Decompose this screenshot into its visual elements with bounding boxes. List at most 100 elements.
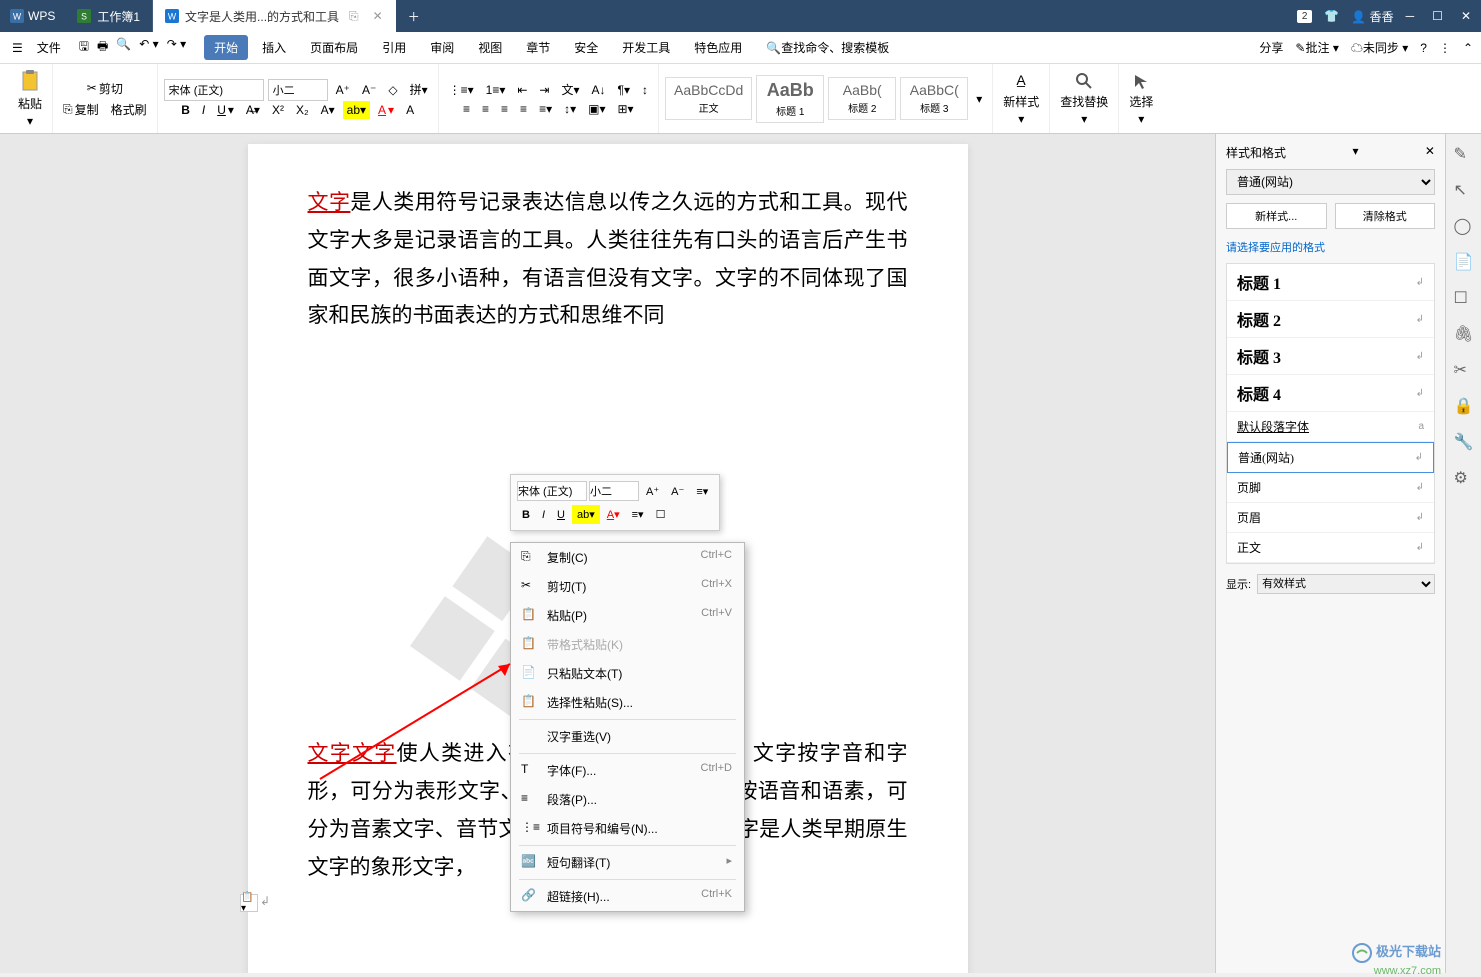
rail-shape-icon[interactable]: ◯ xyxy=(1454,216,1474,236)
style-item[interactable]: 标题 4↲ xyxy=(1227,375,1434,412)
redo-icon[interactable]: ↷ ▾ xyxy=(167,37,186,58)
file-menu[interactable]: 文件 xyxy=(29,35,69,60)
style-item[interactable]: 标题 2↲ xyxy=(1227,301,1434,338)
menu-tab-special[interactable]: 特色应用 xyxy=(684,35,752,60)
text-direction-icon[interactable]: 文▾ xyxy=(557,79,583,100)
italic-icon[interactable]: I xyxy=(198,101,209,119)
line-spacing-icon[interactable]: ↕▾ xyxy=(560,100,580,118)
line-space-icon[interactable]: ↕ xyxy=(638,81,652,99)
skin-icon[interactable]: 👕 xyxy=(1324,9,1339,23)
style-item[interactable]: 默认段落字体a xyxy=(1227,412,1434,442)
panel-close-icon[interactable]: ✕ xyxy=(1425,144,1435,161)
tab-overflow-icon[interactable]: ⎘ xyxy=(349,9,359,24)
menu-tab-chapter[interactable]: 章节 xyxy=(516,35,560,60)
menu-tab-view[interactable]: 视图 xyxy=(468,35,512,60)
ctx-bullets[interactable]: ⋮≡项目符号和编号(N)... xyxy=(511,814,744,843)
undo-icon[interactable]: ↶ ▾ xyxy=(139,37,158,58)
increase-font-icon[interactable]: A⁺ xyxy=(332,81,354,99)
align-center-icon[interactable]: ≡ xyxy=(478,100,493,118)
subscript-icon[interactable]: X₂ xyxy=(292,101,313,119)
increase-indent-icon[interactable]: ⇥ xyxy=(535,81,553,99)
mini-highlight-icon[interactable]: ab▾ xyxy=(572,505,600,524)
format-painter-button[interactable]: 格式刷 xyxy=(107,99,151,120)
mini-italic-icon[interactable]: I xyxy=(537,506,550,524)
help-icon[interactable]: ? xyxy=(1420,41,1427,55)
mini-decrease-font-icon[interactable]: A⁻ xyxy=(666,482,689,501)
decrease-font-icon[interactable]: A⁻ xyxy=(358,81,380,99)
menu-tab-security[interactable]: 安全 xyxy=(564,35,608,60)
sort-icon[interactable]: A↓ xyxy=(588,81,610,99)
ctx-translate[interactable]: 🔤短句翻译(T)▸ xyxy=(511,848,744,877)
shading-icon[interactable]: ▣▾ xyxy=(584,100,609,118)
maximize-icon[interactable]: ☐ xyxy=(1432,9,1443,23)
rail-lock-icon[interactable]: 🔒 xyxy=(1454,396,1474,416)
new-style-button[interactable]: A̲ 新样式▾ xyxy=(999,67,1043,130)
cut-button[interactable]: ✂ 剪切 xyxy=(83,78,127,99)
rail-link-icon[interactable]: 🖇 xyxy=(1454,324,1474,344)
ctx-item[interactable]: 汉字重选(V) xyxy=(511,722,744,751)
bold-icon[interactable]: B xyxy=(177,101,194,119)
menu-tab-reference[interactable]: 引用 xyxy=(372,35,416,60)
menu-tab-review[interactable]: 审阅 xyxy=(420,35,464,60)
copy-button[interactable]: ⎘ 复制 xyxy=(59,99,103,120)
close-window-icon[interactable]: ✕ xyxy=(1461,9,1471,23)
font-size-select[interactable] xyxy=(268,79,328,101)
mini-fontcolor-icon[interactable]: A▾ xyxy=(602,505,625,524)
rail-clip-icon[interactable]: ✂ xyxy=(1454,360,1474,380)
mini-size-select[interactable] xyxy=(589,481,639,501)
select-button[interactable]: 选择▾ xyxy=(1125,67,1157,130)
tab-document[interactable]: W 文字是人类用...的方式和工具 ⎘ ✕ xyxy=(153,0,396,32)
style-h3[interactable]: AaBbC(标题 3 xyxy=(900,77,968,120)
clear-format-icon[interactable]: ◇ xyxy=(384,81,401,99)
ctx-copy[interactable]: ⎘复制(C)Ctrl+C xyxy=(511,543,744,572)
minimize-icon[interactable]: ─ xyxy=(1406,9,1415,23)
distribute-icon[interactable]: ≡▾ xyxy=(535,100,556,118)
font-color-icon[interactable]: A▾ xyxy=(374,101,398,119)
rail-tool-icon[interactable]: 🔧 xyxy=(1454,432,1474,452)
style-item[interactable]: 标题 1↲ xyxy=(1227,264,1434,301)
mini-underline-icon[interactable]: U xyxy=(552,506,570,524)
mini-list-icon[interactable]: ≡▾ xyxy=(691,482,713,501)
tab-workbook[interactable]: S 工作簿1 xyxy=(65,0,153,32)
tab-close-icon[interactable]: ✕ xyxy=(373,9,383,23)
ctx-cut[interactable]: ✂剪切(T)Ctrl+X xyxy=(511,572,744,601)
styles-more-icon[interactable]: ▾ xyxy=(972,92,986,106)
mini-font-select[interactable] xyxy=(517,481,587,501)
clear-format-panel-button[interactable]: 清除格式 xyxy=(1335,203,1436,229)
hamburger-icon[interactable]: ☰ xyxy=(8,37,27,59)
rail-box-icon[interactable]: ☐ xyxy=(1454,288,1474,308)
find-replace-button[interactable]: 查找替换▾ xyxy=(1056,67,1112,130)
style-item[interactable]: 标题 3↲ xyxy=(1227,338,1434,375)
menu-tab-dev[interactable]: 开发工具 xyxy=(612,35,680,60)
bullets-icon[interactable]: ⋮≡▾ xyxy=(445,81,478,99)
save-icon[interactable]: 🖫 xyxy=(79,37,89,58)
font-name-select[interactable] xyxy=(164,79,264,101)
ctx-link[interactable]: 🔗超链接(H)...Ctrl+K xyxy=(511,882,744,911)
mini-outline-icon[interactable]: ☐ xyxy=(651,505,671,524)
rail-cursor-icon[interactable]: ↖ xyxy=(1454,180,1474,200)
char-border-icon[interactable]: A xyxy=(402,101,418,119)
chevron-icon[interactable]: ⌃ xyxy=(1463,41,1473,55)
new-style-panel-button[interactable]: 新样式... xyxy=(1226,203,1327,229)
paste-button[interactable]: 粘贴▾ xyxy=(14,65,46,132)
style-item[interactable]: 正文↲ xyxy=(1227,533,1434,563)
share-button[interactable]: 分享 xyxy=(1259,39,1283,56)
ctx-paste-text[interactable]: 📄只粘贴文本(T) xyxy=(511,659,744,688)
sync-button[interactable]: ☁未同步 ▾ xyxy=(1351,39,1408,56)
mini-align-icon[interactable]: ≡▾ xyxy=(627,505,649,524)
ctx-paste[interactable]: 📋粘贴(P)Ctrl+V xyxy=(511,601,744,630)
style-item[interactable]: 普通(网站)↲ xyxy=(1227,442,1434,473)
print-icon[interactable]: 🖶 xyxy=(97,37,108,58)
menu-tab-home[interactable]: 开始 xyxy=(204,35,248,60)
document-area[interactable]: ❖ 文字是人类用符号记录表达信息以传之久远的方式和工具。现代文字大多是记录语言的… xyxy=(0,134,1215,973)
current-style-select[interactable]: 普通(网站) xyxy=(1226,169,1435,195)
ctx-para[interactable]: ≡段落(P)... xyxy=(511,785,744,814)
style-normal[interactable]: AaBbCcDd正文 xyxy=(665,77,752,120)
ctx-font[interactable]: T字体(F)...Ctrl+D xyxy=(511,756,744,785)
underline-icon[interactable]: U▾ xyxy=(213,101,238,119)
style-h2[interactable]: AaBb(标题 2 xyxy=(828,77,896,120)
align-right-icon[interactable]: ≡ xyxy=(497,100,512,118)
show-marks-icon[interactable]: ¶▾ xyxy=(614,81,634,99)
notification-badge[interactable]: 2 xyxy=(1297,10,1313,23)
new-tab-button[interactable]: ＋ xyxy=(396,0,432,32)
